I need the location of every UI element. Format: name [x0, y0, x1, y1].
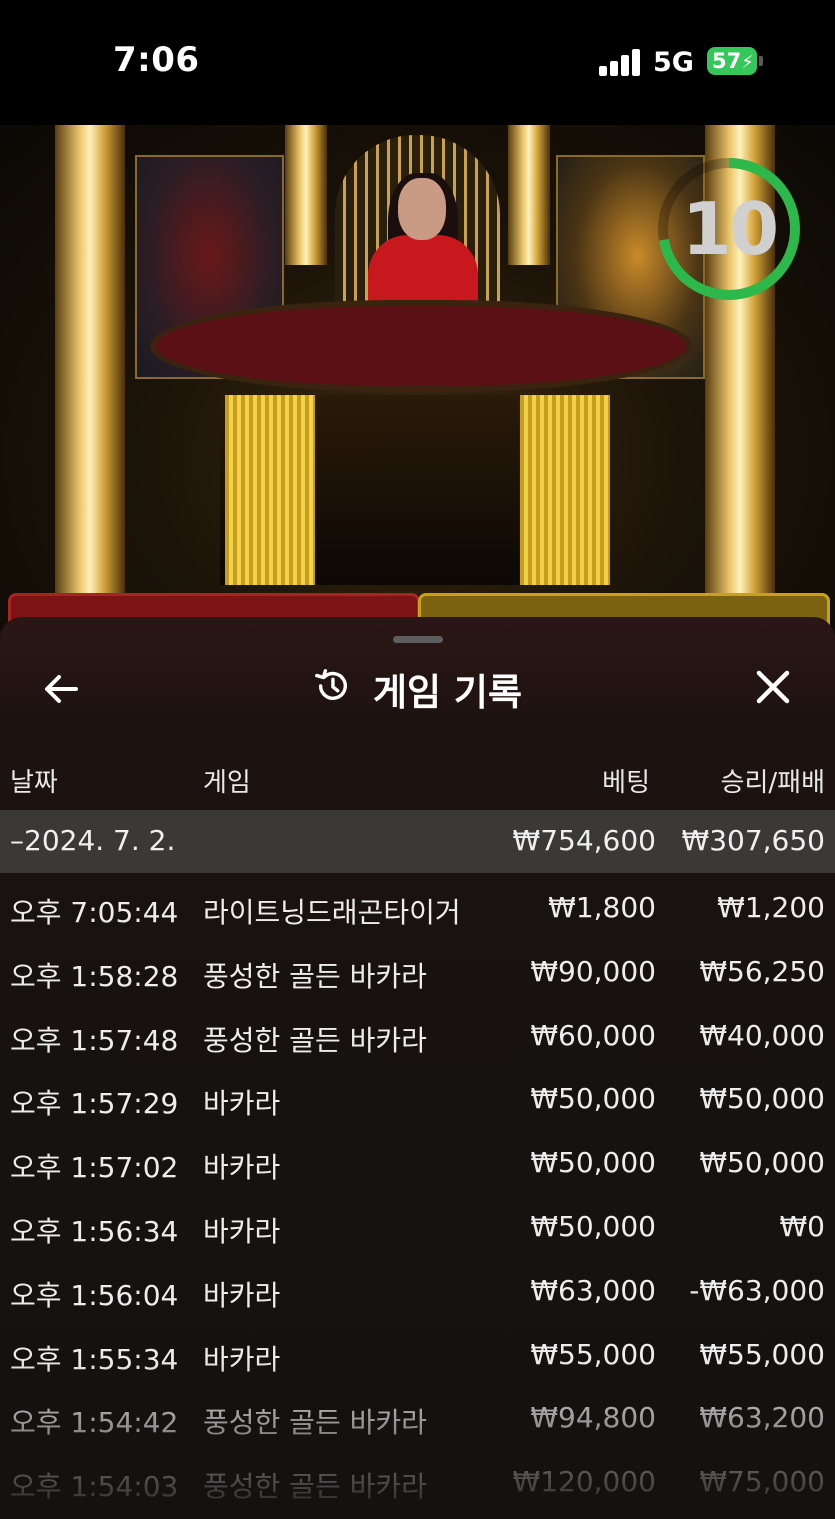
drag-handle[interactable] [393, 636, 443, 643]
row-time: 오후 7:05:44 [10, 896, 179, 929]
dealer-head [398, 178, 446, 240]
row-time: 오후 1:57:02 [10, 1151, 179, 1185]
row-win-loss: ₩55,000 [699, 1337, 825, 1371]
row-game: 풍성한 골든 바카라 [203, 1406, 427, 1440]
history-row[interactable]: 오후 1:56:04 바카라 ₩63,000 -₩63,000 [0, 1256, 835, 1320]
date-group-bet-total: ₩754,600 [512, 824, 656, 857]
row-bet: ₩63,000 [530, 1273, 656, 1307]
row-game: 바카라 [203, 1214, 281, 1248]
history-list: 오후 7:05:44 라이트닝드래곤타이거 ₩1,800 ₩1,200 오후 1… [0, 873, 835, 1511]
history-row[interactable]: 오후 1:58:28 풍성한 골든 바카라 ₩90,000 ₩56,250 [0, 937, 835, 1001]
date-group-row[interactable]: –2024. 7. 2. ₩754,600 ₩307,650 [0, 810, 835, 873]
history-row[interactable]: 오후 1:54:03 풍성한 골든 바카라 ₩120,000 ₩75,000 [0, 1447, 835, 1511]
date-group-date: –2024. 7. 2. [10, 824, 176, 857]
battery-level: 57 [712, 49, 742, 73]
sheet-title-text: 게임 기록 [372, 671, 523, 714]
table-leg-right [520, 395, 610, 585]
row-win-loss: -₩63,000 [689, 1273, 825, 1307]
row-game: 라이트닝드래곤타이거 [203, 896, 461, 929]
game-table [150, 300, 692, 392]
column-header-win-loss[interactable]: 승리/패배 [721, 762, 825, 799]
row-bet: ₩94,800 [530, 1401, 656, 1435]
history-row[interactable]: 오후 1:57:48 풍성한 골든 바카라 ₩60,000 ₩40,000 [0, 1001, 835, 1065]
row-win-loss: ₩50,000 [699, 1146, 825, 1180]
row-game: 풍성한 골든 바카라 [203, 1470, 427, 1504]
row-bet: ₩50,000 [530, 1209, 656, 1243]
row-game: 바카라 [203, 1278, 281, 1312]
row-time: 오후 1:56:34 [10, 1214, 179, 1248]
row-win-loss: ₩1,200 [717, 891, 825, 924]
row-time: 오후 1:56:04 [10, 1278, 179, 1312]
row-game: 풍성한 골든 바카라 [203, 959, 427, 993]
row-bet: ₩60,000 [530, 1018, 656, 1052]
row-time: 오후 1:54:42 [10, 1406, 179, 1440]
row-time: 오후 1:55:34 [10, 1342, 179, 1376]
pillar-inner-left [285, 125, 327, 265]
battery-tip [759, 56, 763, 66]
row-time: 오후 1:54:03 [10, 1470, 179, 1504]
history-row[interactable]: 오후 1:57:02 바카라 ₩50,000 ₩50,000 [0, 1128, 835, 1192]
close-icon[interactable] [751, 665, 795, 709]
game-history-sheet: 게임 기록 날짜 게임 베팅 승리/패배 –2024. 7. 2. ₩754,6… [0, 617, 835, 1519]
row-win-loss: ₩40,000 [699, 1018, 825, 1052]
history-icon [315, 669, 347, 700]
row-game: 풍성한 골든 바카라 [203, 1023, 427, 1057]
column-header-date[interactable]: 날짜 [10, 762, 58, 799]
row-win-loss: ₩75,000 [699, 1465, 825, 1499]
row-bet: ₩50,000 [530, 1082, 656, 1116]
pillar-left [55, 125, 125, 595]
status-time: 7:06 [113, 40, 200, 80]
countdown-timer: 10 [681, 187, 779, 271]
status-bar: 7:06 5G 57⚡ [0, 0, 835, 125]
column-header-game[interactable]: 게임 [203, 762, 251, 799]
history-row[interactable]: 오후 1:57:29 바카라 ₩50,000 ₩50,000 [0, 1064, 835, 1128]
history-row[interactable]: 오후 1:55:34 바카라 ₩55,000 ₩55,000 [0, 1320, 835, 1384]
row-time: 오후 1:57:48 [10, 1023, 179, 1057]
row-time: 오후 1:58:28 [10, 959, 179, 993]
row-bet: ₩50,000 [530, 1146, 656, 1180]
row-win-loss: ₩56,250 [699, 954, 825, 988]
history-row[interactable]: 오후 1:54:42 풍성한 골든 바카라 ₩94,800 ₩63,200 [0, 1383, 835, 1447]
row-game: 바카라 [203, 1342, 281, 1376]
network-type: 5G [653, 47, 694, 78]
row-bet: ₩1,800 [548, 891, 656, 924]
date-group-win-total: ₩307,650 [681, 824, 825, 857]
pillar-inner-right [508, 125, 550, 265]
row-win-loss: ₩0 [779, 1209, 826, 1243]
row-time: 오후 1:57:29 [10, 1087, 179, 1121]
row-bet: ₩90,000 [530, 954, 656, 988]
history-row[interactable]: 오후 1:56:34 바카라 ₩50,000 ₩0 [0, 1192, 835, 1256]
sheet-title: 게임 기록 [0, 662, 835, 714]
row-win-loss: ₩50,000 [699, 1082, 825, 1116]
table-leg-left [225, 395, 315, 585]
row-bet: ₩120,000 [512, 1465, 656, 1499]
row-game: 바카라 [203, 1087, 281, 1121]
history-row[interactable]: 오후 7:05:44 라이트닝드래곤타이거 ₩1,800 ₩1,200 [0, 873, 835, 937]
column-header-bet[interactable]: 베팅 [602, 762, 650, 799]
signal-icon [599, 49, 641, 76]
row-bet: ₩55,000 [530, 1337, 656, 1371]
row-game: 바카라 [203, 1151, 281, 1185]
battery-icon: 57⚡ [707, 47, 757, 75]
row-win-loss: ₩63,200 [699, 1401, 825, 1435]
